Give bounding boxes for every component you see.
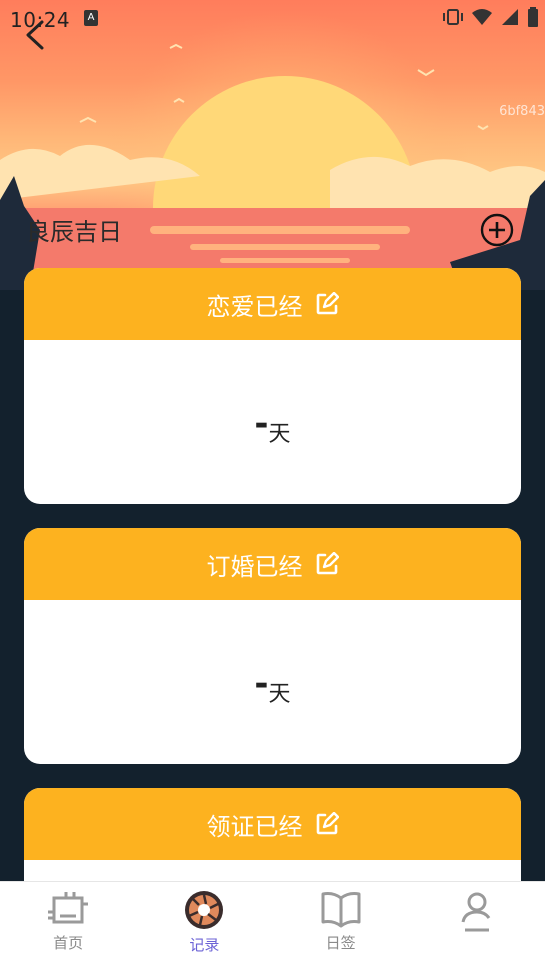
anniversary-card: 订婚已经 -天 xyxy=(24,528,521,764)
page-title: 良辰吉日 xyxy=(26,218,122,246)
card-header[interactable]: 恋爱已经 xyxy=(24,268,521,340)
card-title: 订婚已经 xyxy=(206,552,303,581)
card-body: -天 xyxy=(24,340,521,504)
day-count-value: - xyxy=(254,404,269,444)
card-title: 领证已经 xyxy=(206,812,303,841)
tab-label: 记录 xyxy=(189,936,220,954)
record-icon xyxy=(185,891,224,929)
day-unit: 天 xyxy=(268,422,291,447)
system-icons xyxy=(443,7,539,27)
tab-home[interactable]: 首页 xyxy=(0,882,136,969)
signal-icon xyxy=(502,9,518,25)
tab-label: 首页 xyxy=(53,934,84,952)
back-button[interactable] xyxy=(22,18,52,52)
anniversary-card: 恋爱已经 -天 xyxy=(24,268,521,504)
watermark-text: 6bf843 xyxy=(499,104,545,119)
notification-icon: A xyxy=(84,10,98,26)
chevron-left-icon xyxy=(26,20,44,50)
day-count: -天 xyxy=(24,404,521,448)
book-icon xyxy=(321,892,361,928)
day-count: -天 xyxy=(24,664,521,708)
card-header[interactable]: 订婚已经 xyxy=(24,528,521,600)
card-body: -天 xyxy=(24,600,521,764)
card-header[interactable]: 领证已经 xyxy=(24,788,521,860)
day-count-value: - xyxy=(254,664,269,704)
card-title: 恋爱已经 xyxy=(206,292,303,321)
day-unit: 天 xyxy=(268,682,291,707)
tab-daily[interactable]: 日签 xyxy=(273,882,409,969)
edit-icon[interactable] xyxy=(315,552,339,576)
battery-icon xyxy=(528,7,538,27)
tab-label: 日签 xyxy=(325,934,356,952)
home-icon xyxy=(48,892,89,924)
edit-icon[interactable] xyxy=(315,812,339,836)
tab-profile[interactable] xyxy=(409,882,545,969)
tab-record[interactable]: 记录 xyxy=(136,882,272,969)
add-button[interactable] xyxy=(480,213,514,247)
vibrate-icon xyxy=(443,9,463,25)
profile-icon xyxy=(461,892,491,932)
edit-icon[interactable] xyxy=(315,292,339,316)
status-bar: 10:24 A xyxy=(0,0,545,36)
bottom-tab-bar: 首页 记录 日签 xyxy=(0,881,545,969)
wifi-icon xyxy=(472,9,492,25)
plus-circle-icon xyxy=(480,213,514,247)
